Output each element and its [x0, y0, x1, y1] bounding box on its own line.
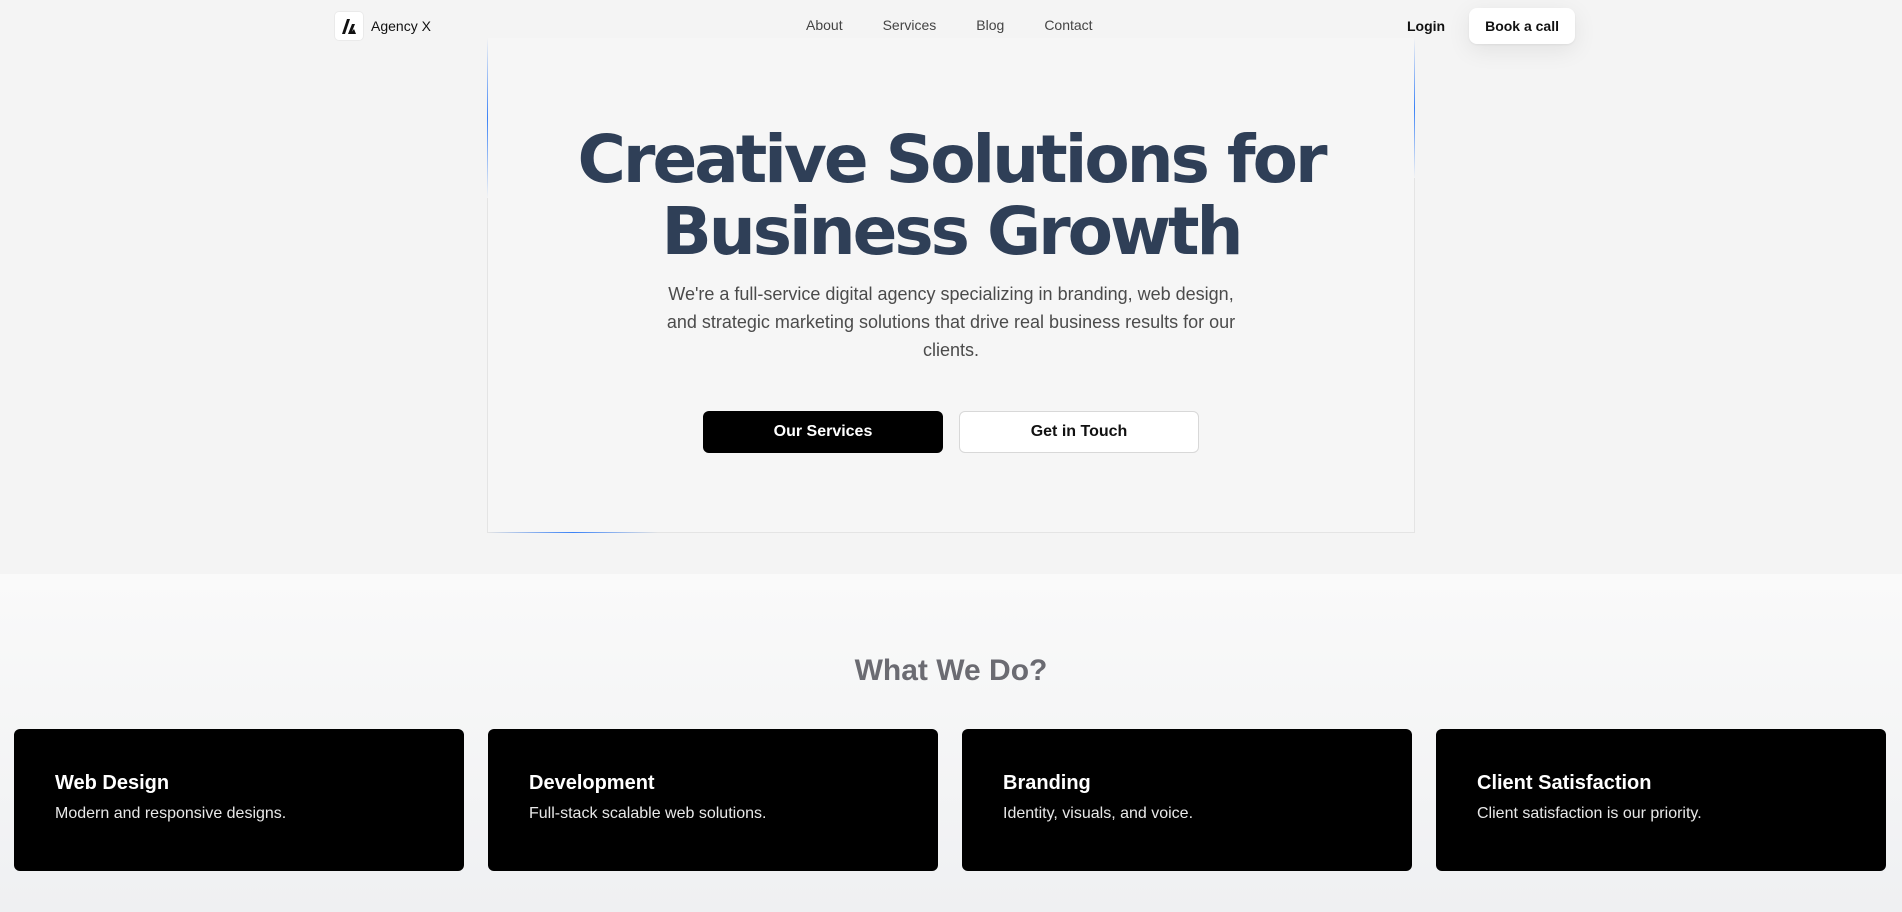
agency-logo-icon — [335, 12, 363, 40]
nav-links: About Services Blog Contact — [806, 17, 1093, 33]
get-in-touch-button[interactable]: Get in Touch — [959, 411, 1199, 453]
service-card-description: Full-stack scalable web solutions. — [529, 805, 767, 822]
hero-title-line-2: Business Growth — [661, 193, 1243, 270]
nav-link-about[interactable]: About — [806, 17, 843, 33]
services-section: What We Do? Web Design Modern and respon… — [0, 574, 1902, 912]
services-title: What We Do? — [854, 654, 1048, 687]
hero-subtitle: We're a full-service digital agency spec… — [666, 284, 1236, 360]
service-card-title: Branding — [1003, 772, 1091, 794]
service-card-description: Identity, visuals, and voice. — [1003, 805, 1194, 822]
nav-link-blog[interactable]: Blog — [976, 17, 1004, 33]
nav-actions: Login Book a call — [1407, 8, 1575, 44]
hero-title: Creative Solutions for Business Growth — [0, 124, 1902, 268]
service-card-branding[interactable]: Branding Identity, visuals, and voice. — [962, 729, 1412, 871]
service-cards: Web Design Modern and responsive designs… — [14, 729, 1886, 871]
service-card-title: Client Satisfaction — [1477, 772, 1652, 794]
hero-buttons: Our Services Get in Touch — [703, 411, 1199, 453]
our-services-button[interactable]: Our Services — [703, 411, 943, 453]
service-card-description: Client satisfaction is our priority. — [1477, 805, 1702, 822]
hero-accent-line-bottom — [488, 532, 658, 533]
service-card-development[interactable]: Development Full-stack scalable web solu… — [488, 729, 938, 871]
login-link[interactable]: Login — [1407, 18, 1445, 34]
service-card-title: Development — [529, 772, 655, 794]
nav-link-services[interactable]: Services — [883, 17, 937, 33]
book-a-call-button[interactable]: Book a call — [1469, 8, 1575, 44]
service-card-title: Web Design — [55, 772, 170, 794]
service-card-web-design[interactable]: Web Design Modern and responsive designs… — [14, 729, 464, 871]
service-card-description: Modern and responsive designs. — [55, 805, 287, 822]
brand[interactable]: Agency X — [335, 12, 431, 40]
hero-title-line-1: Creative Solutions for — [577, 121, 1327, 198]
brand-name: Agency X — [371, 18, 431, 34]
service-card-client-satisfaction[interactable]: Client Satisfaction Client satisfaction … — [1436, 729, 1886, 871]
nav-link-contact[interactable]: Contact — [1044, 17, 1092, 33]
